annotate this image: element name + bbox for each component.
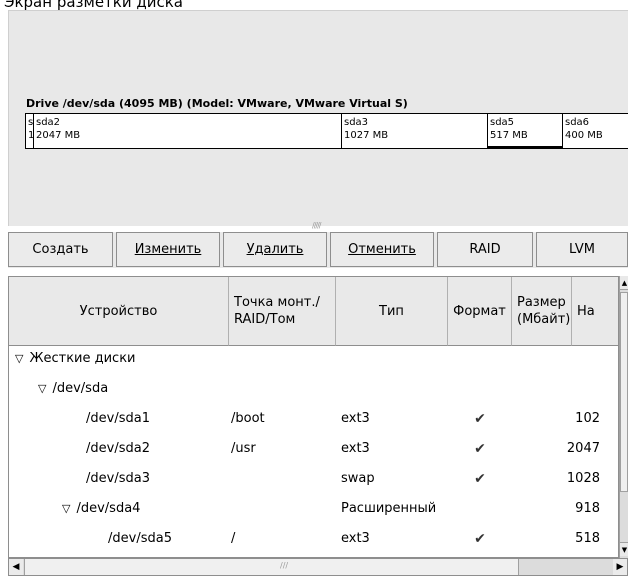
tree-row-sda4[interactable]: ▽ /dev/sda4 Расширенный 918: [9, 494, 618, 524]
segment-sda3-size: 1027 MB: [344, 130, 389, 141]
row-device: /dev/sda5: [108, 531, 172, 546]
partition-toolbar: Создать Изменить Удалить Отменить RAID L…: [8, 232, 628, 268]
segment-sda6[interactable]: sda6 400 MB: [563, 114, 628, 148]
tree-row-sda[interactable]: ▽ /dev/sda: [9, 374, 618, 404]
delete-button-label: Удалить: [246, 242, 304, 257]
segment-sda1-name: sd: [28, 117, 34, 128]
tree-row-sda5[interactable]: /dev/sda5 / ext3 ✔ 518: [9, 524, 618, 554]
segment-sda5-name: sda5: [490, 117, 515, 128]
segment-sda2-size: 2047 MB: [36, 130, 81, 141]
row-size: 2047: [566, 441, 600, 456]
segment-sda1-size: 10: [28, 130, 34, 141]
column-header-start-label: На: [577, 303, 595, 319]
row-device: Жесткие диски: [29, 351, 136, 366]
format-check-icon: ✔: [474, 471, 486, 487]
scroll-down-icon[interactable]: ▼: [620, 542, 628, 556]
expander-down-icon[interactable]: ▽: [38, 382, 46, 395]
format-check-icon: ✔: [474, 441, 486, 457]
create-button[interactable]: Создать: [8, 232, 113, 267]
row-type: Расширенный: [341, 501, 437, 516]
row-device: /dev/sda: [52, 381, 109, 396]
create-button-label: Создать: [32, 242, 89, 257]
segment-sda2[interactable]: sda2 2047 MB: [34, 114, 342, 148]
vertical-scroll-thumb[interactable]: [620, 292, 628, 492]
segment-sda3[interactable]: sda3 1027 MB: [342, 114, 488, 148]
row-size: 518: [575, 531, 600, 546]
lvm-button[interactable]: LVM: [536, 232, 628, 267]
column-header-device[interactable]: Устройство: [9, 277, 229, 346]
segment-sda1[interactable]: sd 10: [26, 114, 34, 148]
segment-sda6-name: sda6: [565, 117, 590, 128]
row-device: /dev/sda1: [86, 411, 150, 426]
row-size: 102: [575, 411, 600, 426]
row-type: ext3: [341, 441, 370, 456]
column-header-size-line2: (Мбайт): [517, 312, 571, 327]
vertical-scrollbar[interactable]: ▲ ▼: [619, 276, 628, 558]
drive-partition-strip: sd 10 sda2 2047 MB sda3 1027 MB sda5 517…: [25, 113, 628, 149]
scroll-right-icon[interactable]: ▶: [613, 559, 627, 575]
row-device: /dev/sda3: [86, 471, 150, 486]
raid-button-label: RAID: [469, 242, 501, 257]
scroll-up-icon[interactable]: ▲: [620, 276, 628, 290]
edit-button[interactable]: Изменить: [116, 232, 220, 267]
format-check-icon: [448, 494, 512, 524]
tree-row-hard-drives[interactable]: ▽ Жесткие диски: [9, 344, 618, 374]
horizontal-scroll-thumb[interactable]: ///: [24, 559, 519, 575]
reset-button-label: Отменить: [348, 242, 416, 257]
scroll-grip-icon: ///: [280, 561, 289, 570]
column-header-format-label: Формат: [453, 303, 506, 319]
column-header-device-label: Устройство: [79, 303, 158, 319]
pane-resize-grip[interactable]: /////: [312, 221, 322, 230]
segment-sda2-name: sda2: [36, 117, 61, 128]
horizontal-scrollbar[interactable]: ◀ /// ▶: [8, 558, 628, 576]
drive-title: Drive /dev/sda (4095 MB) (Model: VMware,…: [26, 97, 408, 110]
column-header-type[interactable]: Тип: [336, 277, 448, 346]
segment-sda6-size: 400 MB: [565, 130, 603, 141]
segment-sda5[interactable]: sda5 517 MB: [488, 114, 563, 148]
expander-down-icon[interactable]: ▽: [15, 352, 23, 365]
lvm-button-label: LVM: [569, 242, 595, 257]
segment-sda5-size: 517 MB: [490, 130, 528, 141]
row-mount: /boot: [231, 411, 265, 426]
column-header-mount[interactable]: Точка монт./ RAID/Том: [229, 277, 336, 346]
row-type: ext3: [341, 411, 370, 426]
edit-button-label: Изменить: [134, 242, 202, 257]
row-device: /dev/sda2: [86, 441, 150, 456]
column-header-size[interactable]: Размер (Мбайт): [512, 277, 572, 346]
segment-sda3-name: sda3: [344, 117, 369, 128]
expander-down-icon[interactable]: ▽: [62, 502, 70, 515]
tree-row-sda1[interactable]: /dev/sda1 /boot ext3 ✔ 102: [9, 404, 618, 434]
column-header-size-line1: Размер: [517, 295, 566, 310]
row-type: ext3: [341, 531, 370, 546]
row-mount: /: [231, 531, 236, 546]
column-header-format[interactable]: Формат: [448, 277, 512, 346]
column-header-start[interactable]: На: [572, 277, 618, 346]
row-mount: /usr: [231, 441, 256, 456]
row-type: swap: [341, 471, 375, 486]
reset-button[interactable]: Отменить: [330, 232, 434, 267]
scroll-left-icon[interactable]: ◀: [9, 559, 23, 575]
format-check-icon: ✔: [474, 411, 486, 427]
format-check-icon: ✔: [474, 531, 486, 547]
raid-button[interactable]: RAID: [437, 232, 533, 267]
row-size: 1028: [566, 471, 600, 486]
delete-button[interactable]: Удалить: [223, 232, 327, 267]
column-header-mount-line1: Точка монт./: [234, 295, 320, 310]
tree-row-sda3[interactable]: /dev/sda3 swap ✔ 1028: [9, 464, 618, 494]
tree-row-sda2[interactable]: /dev/sda2 /usr ext3 ✔ 2047: [9, 434, 618, 464]
column-header-mount-line2: RAID/Том: [234, 312, 296, 327]
partition-tree: Устройство Точка монт./ RAID/Том Тип Фор…: [8, 276, 619, 558]
row-size: 918: [575, 501, 600, 516]
row-device: /dev/sda4: [76, 501, 141, 516]
column-header-type-label: Тип: [379, 303, 404, 319]
